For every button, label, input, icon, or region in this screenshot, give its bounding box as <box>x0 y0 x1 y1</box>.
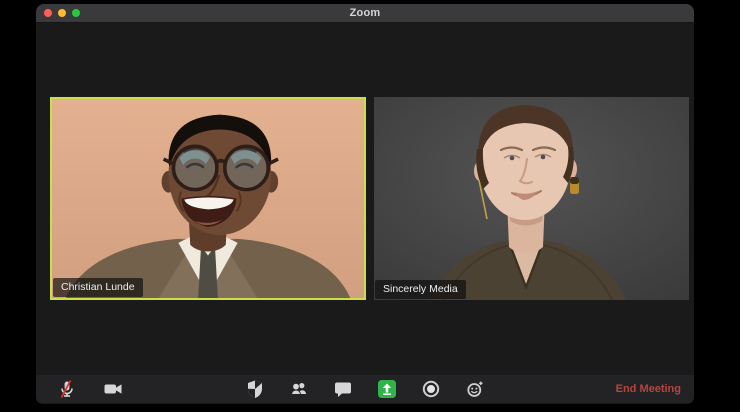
chat-button[interactable] <box>333 379 353 399</box>
zoom-window: Zoom Christian Lunde Sincerely Media End… <box>36 4 694 404</box>
share-screen-icon <box>378 380 396 398</box>
participant-video-woman <box>374 97 689 300</box>
chat-bubble-icon <box>335 382 351 397</box>
security-shield-icon <box>248 380 262 398</box>
stop-video-button[interactable] <box>103 379 123 399</box>
window-title: Zoom <box>349 7 381 19</box>
security-button[interactable] <box>245 379 265 399</box>
titlebar: Zoom <box>36 4 694 23</box>
share-screen-button[interactable] <box>377 379 397 399</box>
end-meeting-button[interactable]: End Meeting <box>616 375 681 403</box>
record-icon <box>422 380 440 398</box>
participants-icon <box>290 382 307 395</box>
record-button[interactable] <box>421 379 441 399</box>
video-area: Christian Lunde Sincerely Media End Meet… <box>36 23 694 403</box>
video-tile-christian-lunde[interactable]: Christian Lunde <box>50 97 366 300</box>
mute-button[interactable] <box>57 379 77 399</box>
toolbar-center-group <box>245 379 485 399</box>
video-camera-icon <box>104 384 122 394</box>
participant-name-label: Christian Lunde <box>53 277 143 297</box>
participant-video-man <box>52 99 364 298</box>
video-tile-sincerely-media[interactable]: Sincerely Media <box>374 97 689 300</box>
participants-button[interactable] <box>289 379 309 399</box>
desktop-background: Zoom Christian Lunde Sincerely Media End… <box>0 0 740 412</box>
reactions-button[interactable] <box>465 379 485 399</box>
participant-name-label: Sincerely Media <box>375 279 466 299</box>
reactions-icon <box>467 381 483 397</box>
microphone-muted-icon <box>60 380 73 398</box>
toolbar-left-group <box>57 379 123 399</box>
meeting-toolbar: End Meeting <box>36 375 694 403</box>
